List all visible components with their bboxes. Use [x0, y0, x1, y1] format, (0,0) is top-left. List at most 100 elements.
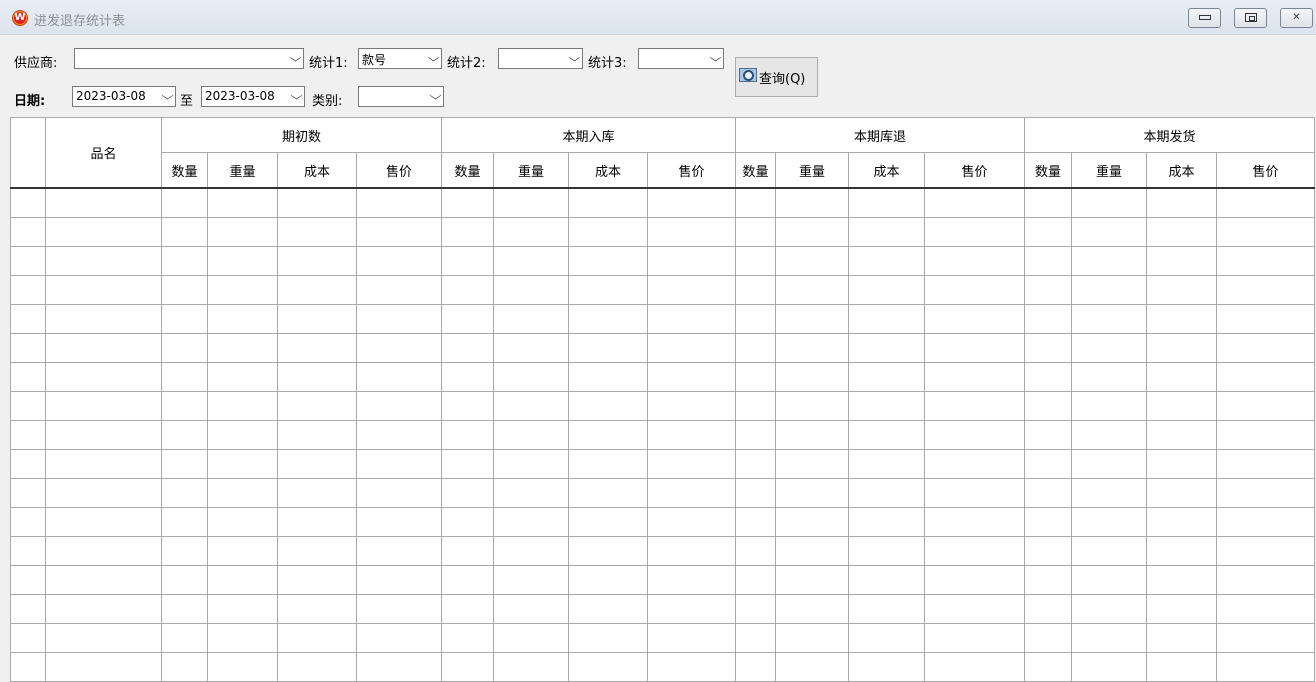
table-cell[interactable]	[1024, 362, 1072, 392]
table-cell[interactable]	[735, 333, 776, 363]
table-cell[interactable]	[493, 536, 569, 566]
table-cell[interactable]	[207, 362, 278, 392]
table-cell[interactable]	[493, 333, 569, 363]
table-cell[interactable]	[775, 187, 849, 218]
table-cell[interactable]	[493, 449, 569, 479]
table-cell[interactable]	[848, 449, 925, 479]
table-cell[interactable]	[277, 362, 357, 392]
table-cell[interactable]	[735, 507, 776, 537]
table-row[interactable]	[10, 187, 1315, 218]
table-cell[interactable]	[647, 594, 736, 624]
table-cell[interactable]	[1071, 304, 1147, 334]
table-cell[interactable]	[848, 391, 925, 421]
table-cell[interactable]	[848, 304, 925, 334]
table-cell[interactable]	[647, 304, 736, 334]
table-cell[interactable]	[493, 187, 569, 218]
table-cell[interactable]	[775, 594, 849, 624]
row-indicator-cell[interactable]	[10, 275, 46, 305]
table-cell[interactable]	[1216, 623, 1315, 653]
stat3-combo[interactable]	[638, 48, 724, 69]
col-header-price[interactable]: 售价	[1216, 152, 1315, 189]
table-cell[interactable]	[775, 623, 849, 653]
table-cell[interactable]	[207, 565, 278, 595]
table-cell[interactable]	[1024, 304, 1072, 334]
table-cell[interactable]	[1146, 536, 1217, 566]
table-row[interactable]	[10, 623, 1315, 653]
row-indicator-cell[interactable]	[10, 536, 46, 566]
table-cell[interactable]	[775, 246, 849, 276]
table-cell[interactable]	[1216, 187, 1315, 218]
table-cell[interactable]	[1071, 333, 1147, 363]
table-cell[interactable]	[277, 187, 357, 218]
table-cell[interactable]	[207, 187, 278, 218]
minimize-button[interactable]	[1188, 8, 1221, 28]
table-cell[interactable]	[1216, 449, 1315, 479]
row-indicator-cell[interactable]	[10, 594, 46, 624]
table-row[interactable]	[10, 246, 1315, 276]
table-cell[interactable]	[735, 536, 776, 566]
table-cell[interactable]	[1024, 187, 1072, 218]
table-cell[interactable]	[848, 623, 925, 653]
table-cell[interactable]	[207, 507, 278, 537]
table-cell[interactable]	[1024, 333, 1072, 363]
table-cell[interactable]	[493, 594, 569, 624]
table-cell[interactable]	[1024, 217, 1072, 247]
col-header-weight[interactable]: 重量	[1071, 152, 1147, 189]
table-cell[interactable]	[277, 333, 357, 363]
table-cell[interactable]	[161, 333, 208, 363]
table-cell[interactable]	[1024, 420, 1072, 450]
table-cell[interactable]	[1071, 449, 1147, 479]
table-cell[interactable]	[161, 623, 208, 653]
table-cell[interactable]	[1216, 333, 1315, 363]
table-cell[interactable]	[161, 594, 208, 624]
table-cell[interactable]	[735, 362, 776, 392]
table-cell[interactable]	[1216, 304, 1315, 334]
table-cell[interactable]	[1216, 362, 1315, 392]
table-cell[interactable]	[356, 536, 442, 566]
table-cell[interactable]	[277, 594, 357, 624]
table-cell[interactable]	[1071, 187, 1147, 218]
table-cell[interactable]	[356, 565, 442, 595]
table-cell[interactable]	[848, 565, 925, 595]
table-row[interactable]	[10, 449, 1315, 479]
col-header-price[interactable]: 售价	[356, 152, 442, 189]
table-cell[interactable]	[1146, 623, 1217, 653]
table-cell[interactable]	[277, 246, 357, 276]
col-header-quantity[interactable]: 数量	[735, 152, 776, 189]
table-cell[interactable]	[441, 478, 494, 508]
maximize-button[interactable]	[1234, 8, 1267, 28]
table-cell[interactable]	[924, 275, 1025, 305]
table-cell[interactable]	[1071, 246, 1147, 276]
table-cell[interactable]	[161, 449, 208, 479]
table-cell[interactable]	[493, 391, 569, 421]
category-combo[interactable]	[358, 86, 444, 107]
row-indicator-cell[interactable]	[10, 333, 46, 363]
table-cell[interactable]	[848, 536, 925, 566]
table-cell[interactable]	[775, 304, 849, 334]
table-cell[interactable]	[356, 391, 442, 421]
table-cell[interactable]	[277, 304, 357, 334]
col-header-price[interactable]: 售价	[647, 152, 736, 189]
close-button[interactable]: ✕	[1280, 8, 1313, 28]
table-cell[interactable]	[441, 246, 494, 276]
table-cell[interactable]	[1216, 391, 1315, 421]
table-cell[interactable]	[647, 246, 736, 276]
table-cell[interactable]	[647, 478, 736, 508]
table-cell[interactable]	[924, 187, 1025, 218]
table-cell[interactable]	[45, 275, 162, 305]
col-header-cost[interactable]: 成本	[1146, 152, 1217, 189]
table-cell[interactable]	[161, 275, 208, 305]
table-cell[interactable]	[45, 391, 162, 421]
table-cell[interactable]	[1071, 507, 1147, 537]
table-cell[interactable]	[1024, 536, 1072, 566]
table-cell[interactable]	[924, 507, 1025, 537]
table-cell[interactable]	[161, 187, 208, 218]
table-cell[interactable]	[775, 420, 849, 450]
table-cell[interactable]	[493, 275, 569, 305]
table-cell[interactable]	[356, 362, 442, 392]
col-header-cost[interactable]: 成本	[568, 152, 648, 189]
table-cell[interactable]	[493, 507, 569, 537]
table-cell[interactable]	[493, 362, 569, 392]
table-cell[interactable]	[493, 478, 569, 508]
table-cell[interactable]	[1146, 478, 1217, 508]
